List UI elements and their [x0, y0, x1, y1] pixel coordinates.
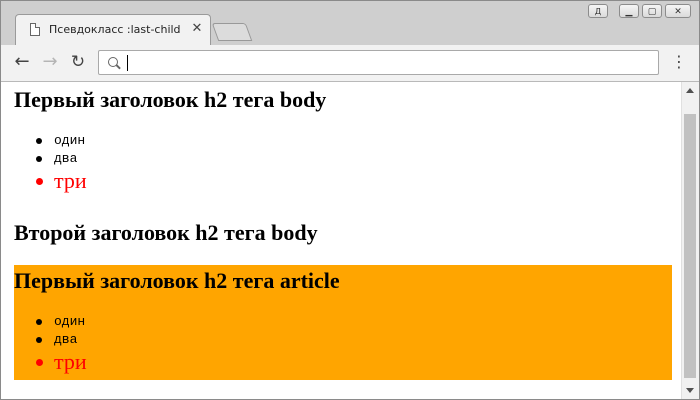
address-bar[interactable]: [98, 50, 659, 75]
minimize-button[interactable]: ▁: [619, 4, 639, 18]
body-heading-1: Первый заголовок h2 тега body: [14, 87, 327, 112]
window-controls: Д ▁ ▢ ✕: [588, 4, 691, 18]
address-input[interactable]: [125, 54, 645, 71]
bullet: [36, 359, 43, 366]
document-icon: [30, 23, 40, 36]
scroll-up-arrow-icon[interactable]: [686, 88, 694, 93]
bullet: [36, 178, 43, 185]
body-list: один два три: [1, 132, 87, 194]
back-button[interactable]: ←: [11, 51, 33, 73]
new-tab-button[interactable]: [211, 23, 253, 41]
vertical-scrollbar[interactable]: [681, 82, 699, 399]
article-block: Первый заголовок h2 тега article один дв…: [14, 265, 672, 380]
bullet: [36, 337, 42, 343]
scroll-down-arrow-icon[interactable]: [686, 388, 694, 393]
close-window-button[interactable]: ✕: [665, 4, 691, 18]
list-item-last-child: три: [1, 349, 87, 375]
reload-button[interactable]: ↻: [67, 51, 89, 73]
list-item-last-child: три: [1, 168, 87, 194]
tab-title: Псевдокласс :last-child: [49, 23, 181, 36]
tab-strip: Псевдокласс :last-child ✕ Д ▁ ▢ ✕: [1, 1, 699, 45]
bullet: [36, 156, 42, 162]
tab-active[interactable]: Псевдокласс :last-child ✕: [15, 14, 211, 45]
body-heading-2: Второй заголовок h2 тега body: [14, 220, 318, 245]
list-item: один: [1, 313, 87, 331]
scrollbar-thumb[interactable]: [684, 114, 696, 378]
text-caret: [127, 55, 128, 71]
toolbar: ← → ↻ ⋮: [1, 45, 699, 82]
list-item: два: [1, 150, 87, 168]
maximize-button[interactable]: ▢: [642, 4, 662, 18]
article-list: один два три: [1, 313, 87, 375]
bullet: [36, 319, 42, 325]
kebab-menu-icon[interactable]: ⋮: [671, 52, 687, 72]
page-viewport: Первый заголовок h2 тега body один два т…: [1, 82, 681, 399]
user-profile-button[interactable]: Д: [588, 4, 608, 18]
bullet: [36, 138, 42, 144]
tab-close-icon[interactable]: ✕: [190, 22, 204, 36]
list-item: два: [1, 331, 87, 349]
article-heading: Первый заголовок h2 тега article: [14, 268, 340, 293]
list-item: один: [1, 132, 87, 150]
search-icon: [108, 57, 118, 67]
forward-button[interactable]: →: [39, 51, 61, 73]
browser-window: Псевдокласс :last-child ✕ Д ▁ ▢ ✕ ← → ↻ …: [0, 0, 700, 400]
